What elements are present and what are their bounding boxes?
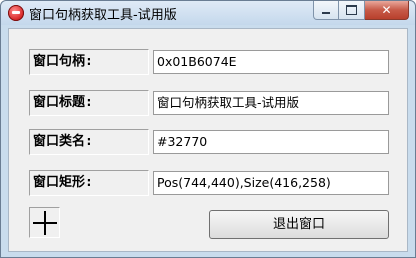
rect-label: 窗口矩形: <box>29 170 149 196</box>
title-label: 窗口标题: <box>29 90 149 116</box>
handle-field[interactable]: 0x01B6074E <box>153 50 389 74</box>
maximize-button[interactable] <box>339 1 365 20</box>
window-title: 窗口句柄获取工具-试用版 <box>29 8 177 23</box>
rect-field[interactable]: Pos(744,440),Size(416,258) <box>153 171 389 195</box>
crosshair-icon-vertical <box>44 211 46 235</box>
title-bar[interactable]: 窗口句柄获取工具-试用版 ✕ <box>1 1 415 25</box>
caption-buttons: ✕ <box>313 1 409 21</box>
handle-label: 窗口句柄: <box>29 49 149 75</box>
window-finder-tool[interactable] <box>29 207 60 238</box>
minimize-button[interactable] <box>313 1 339 20</box>
app-icon[interactable] <box>8 5 24 21</box>
close-icon: ✕ <box>381 3 392 17</box>
maximize-icon <box>346 5 357 15</box>
class-field[interactable]: #32770 <box>153 130 389 154</box>
app-window: 窗口句柄获取工具-试用版 ✕ 窗口句柄: 0x01B6074E 窗口标题: 窗口… <box>0 0 416 258</box>
minimize-icon <box>322 11 330 14</box>
close-button[interactable]: ✕ <box>365 1 409 20</box>
dialog-client-area: 窗口句柄: 0x01B6074E 窗口标题: 窗口句柄获取工具-试用版 窗口类名… <box>8 28 408 252</box>
exit-window-button[interactable]: 退出窗口 <box>209 210 389 239</box>
class-label: 窗口类名: <box>29 129 149 155</box>
title-field[interactable]: 窗口句柄获取工具-试用版 <box>153 91 389 115</box>
